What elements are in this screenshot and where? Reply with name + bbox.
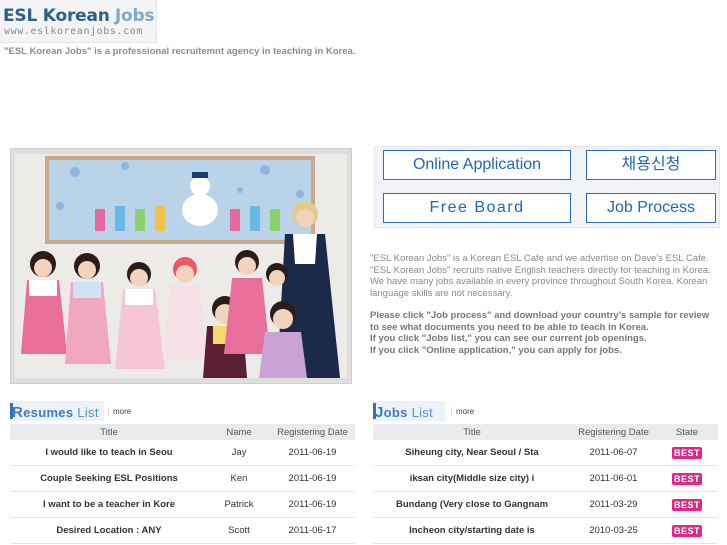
job-date: 2010-03-25 — [571, 517, 656, 544]
column-date: Registering Date — [571, 424, 656, 440]
resume-date: 2011-06-19 — [270, 440, 355, 466]
column-name: Name — [208, 424, 270, 440]
logo-title-light: Jobs — [114, 6, 155, 26]
online-application-button[interactable]: Online Application — [383, 150, 571, 180]
resumes-title-main: esumes — [23, 405, 74, 420]
logo-title-dark: ESL Korean — [3, 6, 110, 26]
resume-name: Jay — [208, 440, 270, 466]
job-title[interactable]: Siheung city, Near Seoul / Sta — [373, 440, 571, 466]
jobs-more-link[interactable]: more — [451, 407, 479, 416]
resumes-list-header: Resumes List more — [10, 401, 140, 421]
resume-date: 2011-06-19 — [270, 465, 355, 492]
description-jobs-list: If you click "Jobs list," you can see ou… — [370, 333, 647, 344]
jobs-list-header: Jobs List more — [373, 401, 503, 421]
description-job-process: Please click "Job process" and download … — [370, 310, 710, 333]
job-title[interactable]: iksan city(Middle size city) i — [373, 465, 571, 492]
table-row[interactable]: Bundang (Very close to Gangnam 2011-03-2… — [373, 491, 718, 518]
tagline: "ESL Korean Jobs" is a professional recr… — [4, 46, 356, 57]
column-title: Title — [373, 424, 571, 440]
resume-title[interactable]: Desired Location : ANY — [10, 517, 208, 544]
resume-date: 2011-06-17 — [270, 517, 355, 544]
resume-title[interactable]: I would like to teach in Seou — [10, 440, 208, 466]
table-row[interactable]: Incheon city/starting date is 2010-03-25… — [373, 517, 718, 544]
job-title[interactable]: Bundang (Very close to Gangnam — [373, 491, 571, 518]
resumes-title-list: List — [77, 405, 99, 420]
job-state: BEST — [656, 491, 718, 518]
table-row[interactable]: I want to be a teacher in Kore Patrick 2… — [10, 491, 355, 518]
site-logo[interactable]: ESL Korean Jobs www.eslkoreanjobs.com — [0, 0, 157, 43]
classroom-photo — [15, 154, 347, 378]
table-header-row: Title Name Registering Date — [10, 424, 355, 440]
best-badge: BEST — [672, 472, 702, 485]
jobs-table: Title Registering Date State Siheung cit… — [373, 424, 718, 544]
table-row[interactable]: iksan city(Middle size city) i 2011-06-0… — [373, 465, 718, 492]
job-state: BEST — [656, 440, 718, 466]
job-date: 2011-03-29 — [571, 491, 656, 518]
description-paragraph: "ESL Korean Jobs" is a Korean ESL Cafe a… — [370, 253, 711, 299]
logo-title: ESL Korean Jobs — [3, 6, 155, 26]
photo-frame — [10, 148, 352, 384]
table-row[interactable]: Desired Location : ANY Scott 2011-06-17 — [10, 517, 355, 544]
logo-url: www.eslkoreanjobs.com — [4, 26, 144, 37]
free-board-button[interactable]: Free Board — [383, 193, 571, 223]
resume-title[interactable]: Couple Seeking ESL Positions — [10, 465, 208, 492]
best-badge: BEST — [672, 446, 702, 459]
jobs-list-title: Jobs List — [375, 404, 433, 421]
apply-korean-button[interactable]: 채용신청 — [586, 150, 716, 180]
column-title: Title — [10, 424, 208, 440]
jobs-title-initial: J — [375, 404, 384, 421]
jobs-title-main: obs — [383, 405, 408, 420]
resumes-list-title: Resumes List — [12, 404, 99, 421]
best-badge: BEST — [672, 498, 702, 511]
column-date: Registering Date — [270, 424, 355, 440]
table-row[interactable]: Siheung city, Near Seoul / Sta 2011-06-0… — [373, 440, 718, 466]
resumes-table: Title Name Registering Date I would like… — [10, 424, 355, 544]
resume-name: Scott — [208, 517, 270, 544]
job-title[interactable]: Incheon city/starting date is — [373, 517, 571, 544]
job-process-button[interactable]: Job Process — [586, 193, 716, 223]
table-row[interactable]: Couple Seeking ESL Positions Ken 2011-06… — [10, 465, 355, 492]
table-header-row: Title Registering Date State — [373, 424, 718, 440]
resume-title[interactable]: I want to be a teacher in Kore — [10, 491, 208, 518]
job-state: BEST — [656, 517, 718, 544]
resume-date: 2011-06-19 — [270, 491, 355, 518]
best-badge: BEST — [672, 524, 702, 537]
column-state: State — [656, 424, 718, 440]
resumes-title-initial: R — [12, 404, 24, 421]
resume-name: Ken — [208, 465, 270, 492]
job-date: 2011-06-07 — [571, 440, 656, 466]
job-date: 2011-06-01 — [571, 465, 656, 492]
resume-name: Patrick — [208, 491, 270, 518]
resumes-more-link[interactable]: more — [108, 407, 136, 416]
site-description: "ESL Korean Jobs" is a Korean ESL Cafe a… — [370, 253, 718, 356]
table-row[interactable]: I would like to teach in Seou Jay 2011-0… — [10, 440, 355, 466]
action-buttons-panel: Online Application 채용신청 Free Board Job P… — [374, 146, 720, 228]
job-state: BEST — [656, 465, 718, 492]
description-online-application: If you click "Online application," you c… — [370, 344, 622, 356]
jobs-title-list: List — [411, 405, 434, 420]
